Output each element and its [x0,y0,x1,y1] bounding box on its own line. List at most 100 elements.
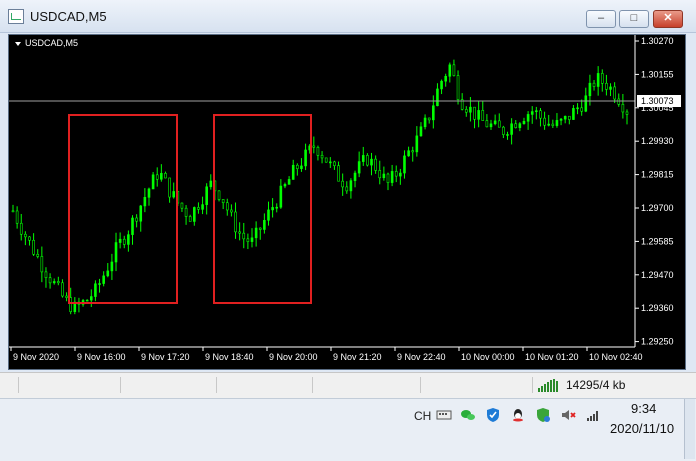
wechat-icon[interactable] [460,407,476,423]
candle-body [184,207,188,217]
candle-body [155,174,159,180]
candle-body [576,107,579,110]
time-tick-label: 10 Nov 00:00 [461,352,515,362]
candle-body [361,155,365,162]
candlestick-chart[interactable]: USDCAD,M5 1.302701.301551.300451.299301.… [9,35,685,369]
candle-body [506,134,509,136]
chart-background [9,35,685,369]
candle-body [139,205,143,222]
candle-body [510,123,513,135]
candle-body [345,186,349,192]
candle-body [271,207,274,211]
candle-body [225,202,229,211]
candle-body [518,123,522,128]
time-tick-label: 9 Nov 21:20 [333,352,382,362]
candle-body [24,233,27,238]
time-tick-label: 9 Nov 17:20 [141,352,190,362]
candle-body [477,110,480,120]
candle-body [497,120,501,128]
candle-body [592,82,596,87]
candle-body [19,222,23,235]
candle-body [151,174,155,190]
time-tick-label: 10 Nov 02:40 [589,352,643,362]
candle-body [279,185,283,208]
candle-body [539,110,542,119]
candle-body [164,173,167,179]
candle-body [168,177,171,198]
candle-body [57,281,60,284]
chart-window-icon [8,9,24,24]
candle-body [427,117,431,121]
candle-body [374,158,377,171]
candle-body [110,261,114,272]
candle-body [568,115,571,120]
title-bar[interactable]: USDCAD,M5 – □ ✕ [0,0,696,33]
time-tick-label: 9 Nov 2020 [13,352,59,362]
candle-body [275,206,279,209]
terminal-window: USDCAD,M5 – □ ✕ USDCAD,M5 1.30270 1.30155… [0,0,696,372]
candle-body [543,117,546,126]
qq-icon[interactable] [510,407,526,423]
candle-body [106,270,110,277]
candle-body [399,172,402,177]
show-desktop-button[interactable] [684,399,695,459]
candle-body [547,123,551,126]
candle-body [605,83,608,90]
window-title: USDCAD,M5 [30,9,107,24]
shield-icon[interactable] [485,407,501,423]
price-tick-label: 1.29250 [641,337,674,347]
status-bar: 14295/4 kb [0,372,696,397]
candle-body [250,237,254,242]
candle-body [254,227,258,239]
candle-body [403,155,406,174]
candle-body [242,232,246,240]
candle-body [337,165,340,182]
connection-status-icon[interactable] [538,379,560,392]
mute-icon[interactable] [560,407,576,423]
security-icon[interactable] [535,407,551,423]
candle-body [291,164,295,180]
chart-symbol-label: USDCAD,M5 [25,38,78,48]
price-tick-label: 1.29585 [641,236,674,246]
candle-body [333,161,336,166]
candle-body [114,242,118,263]
clock-date[interactable]: 2020/11/10 [610,421,674,436]
candle-body [456,75,460,100]
candle-body [135,217,138,222]
ime-indicator[interactable]: CH [414,409,431,423]
candle-body [617,98,621,105]
candle-body [32,239,35,255]
candle-body [193,207,196,222]
candle-body [621,104,625,113]
close-button[interactable]: ✕ [653,10,683,28]
status-separator [18,377,19,393]
candle-body [11,210,15,213]
price-tick-label: 1.29815 [641,170,674,180]
candle-body [131,217,134,235]
candle-body [61,282,64,297]
price-chart[interactable]: USDCAD,M5 1.30270 1.30155 1.30045 1.29930 1.… [8,34,686,370]
candle-body [52,281,56,284]
keyboard-icon[interactable] [436,407,452,423]
candle-body [563,115,567,120]
clock-time[interactable]: 9:34 [631,401,656,416]
candle-body [555,120,559,126]
status-separator [532,377,533,393]
signal-icon[interactable] [585,407,601,423]
time-tick-label: 10 Nov 01:20 [525,352,579,362]
candle-body [444,75,447,82]
candle-body [234,211,237,233]
minimize-button[interactable]: – [586,10,616,28]
candle-body [89,296,93,301]
candle-body [15,210,19,224]
maximize-button[interactable]: □ [619,10,649,28]
candle-body [296,164,299,169]
candle-body [366,155,369,166]
time-tick-label: 9 Nov 20:00 [269,352,318,362]
candle-body [230,209,233,213]
candle-body [341,180,344,188]
candle-body [522,120,526,124]
candle-body [485,120,489,128]
price-tick-label: 1.29930 [641,136,674,146]
price-tick-label: 1.29700 [641,203,674,213]
